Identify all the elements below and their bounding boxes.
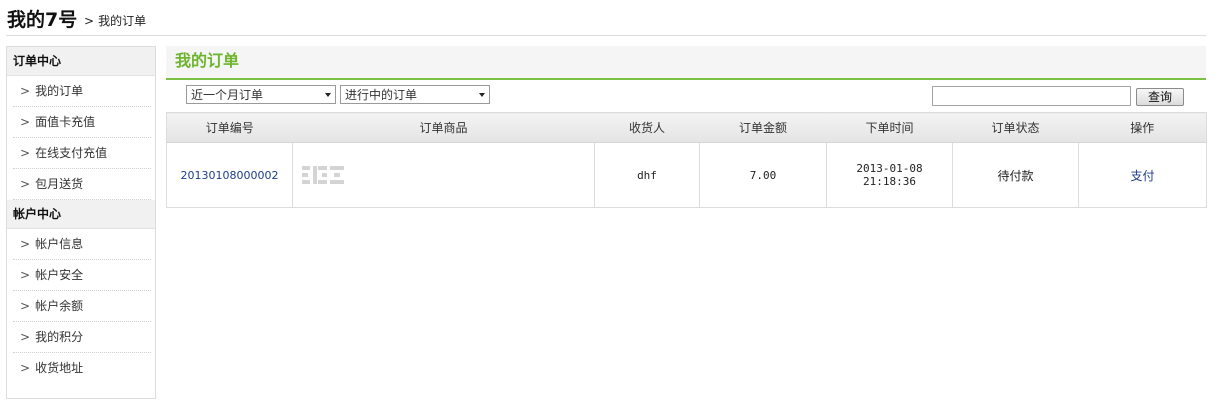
sidebar-item-shipping-address[interactable]: > 收货地址 <box>13 353 151 383</box>
sidebar-item-my-points[interactable]: > 我的积分 <box>13 322 151 353</box>
sidebar-section-account-center: 帐户中心 <box>7 200 155 229</box>
order-time: 21:18:36 <box>863 175 916 188</box>
column-header-goods: 订单商品 <box>292 112 595 143</box>
order-status-value: 进行中的订单 <box>345 88 418 102</box>
sidebar-item-my-orders[interactable]: > 我的订单 <box>13 76 151 107</box>
sidebar-item-monthly-delivery[interactable]: > 包月送货 <box>13 169 151 200</box>
arrow-icon: > <box>20 237 31 251</box>
sidebar-item-label: 收货地址 <box>35 361 84 375</box>
search-button[interactable]: 查询 <box>1136 88 1184 106</box>
column-header-receiver: 收货人 <box>594 112 700 143</box>
column-header-action: 操作 <box>1078 112 1207 143</box>
sidebar-item-label: 在线支付充值 <box>35 146 108 160</box>
arrow-icon: > <box>20 299 31 313</box>
sidebar-item-label: 帐户信息 <box>35 237 84 251</box>
order-date: 2013-01-08 <box>856 162 923 175</box>
chevron-down-icon <box>325 93 331 97</box>
table-row: 20130108000002 dhf 7.00 2013-01-08 21:18… <box>166 142 1207 208</box>
arrow-icon: > <box>20 146 31 160</box>
sidebar-item-account-security[interactable]: > 帐户安全 <box>13 260 151 291</box>
sidebar-item-label: 帐户安全 <box>35 268 84 282</box>
sidebar-item-label: 我的积分 <box>35 330 84 344</box>
order-range-select[interactable]: 近一个月订单 <box>186 85 336 104</box>
arrow-icon: > <box>20 177 31 191</box>
pay-link[interactable]: 支付 <box>1130 169 1154 183</box>
sidebar-item-account-balance[interactable]: > 帐户余额 <box>13 291 151 322</box>
breadcrumb-current: 我的订单 <box>98 14 147 28</box>
sidebar-item-online-recharge[interactable]: > 在线支付充值 <box>13 138 151 169</box>
status-cell: 待付款 <box>952 142 1079 208</box>
arrow-icon: > <box>20 115 31 129</box>
column-header-status: 订单状态 <box>952 112 1079 143</box>
arrow-icon: > <box>20 330 31 344</box>
arrow-icon: > <box>20 84 31 98</box>
product-thumbnail-icon[interactable] <box>300 162 347 188</box>
page-title: 我的订单 <box>175 51 240 70</box>
sidebar-item-card-recharge[interactable]: > 面值卡充值 <box>13 107 151 138</box>
sidebar-item-label: 帐户余额 <box>35 299 84 313</box>
sidebar-section-order-center: 订单中心 <box>7 47 155 76</box>
sidebar-item-label: 面值卡充值 <box>35 115 96 129</box>
breadcrumb-arrow-icon: > <box>84 14 95 28</box>
sidebar-item-label: 包月送货 <box>35 177 84 191</box>
search-input[interactable] <box>932 86 1131 106</box>
receiver-cell: dhf <box>594 142 700 208</box>
panel-header: 我的订单 <box>166 46 1206 80</box>
site-title: 我的7号 <box>7 9 78 31</box>
breadcrumb: > 我的订单 <box>84 13 146 29</box>
sidebar: 订单中心 > 我的订单 > 面值卡充值 > 在线支付充值 > 包月送货 帐户中心 > 帐户… <box>6 46 156 399</box>
table-header-row: 订单编号 订单商品 收货人 订单金额 下单时间 订单状态 操作 <box>166 112 1207 143</box>
order-status-select[interactable]: 进行中的订单 <box>340 85 490 104</box>
order-range-value: 近一个月订单 <box>191 88 264 102</box>
arrow-icon: > <box>20 361 31 375</box>
sidebar-item-account-info[interactable]: > 帐户信息 <box>13 229 151 260</box>
header-divider <box>6 35 1206 36</box>
column-header-amount: 订单金额 <box>699 112 827 143</box>
arrow-icon: > <box>20 268 31 282</box>
column-header-order-time: 下单时间 <box>826 112 953 143</box>
orders-table: 订单编号 订单商品 收货人 订单金额 下单时间 订单状态 操作 20130108… <box>166 112 1207 208</box>
column-header-order-no: 订单编号 <box>166 112 293 143</box>
amount-cell: 7.00 <box>699 142 827 208</box>
order-time-cell: 2013-01-08 21:18:36 <box>826 142 953 208</box>
order-number-link[interactable]: 20130108000002 <box>181 169 279 182</box>
sidebar-item-label: 我的订单 <box>35 84 84 98</box>
chevron-down-icon <box>479 93 485 97</box>
